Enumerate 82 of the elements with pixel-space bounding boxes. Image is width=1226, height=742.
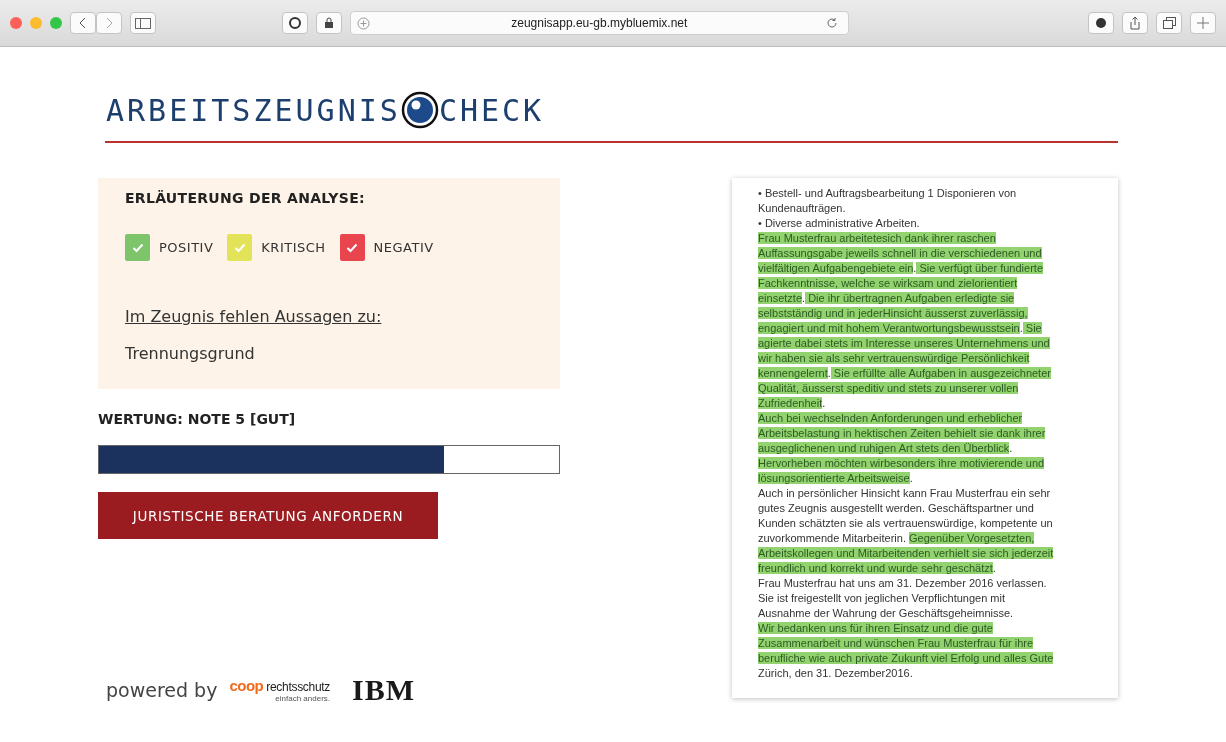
share-icon xyxy=(1129,16,1141,30)
legend-label: NEGATIV xyxy=(373,240,434,255)
highlighted-text: Wir bedanken uns für ihren Einsatz und die gute xyxy=(758,622,993,634)
legal-advice-button[interactable]: JURISTISCHE BERATUNG ANFORDERN xyxy=(98,492,438,539)
highlighted-text: Gegenüber Vorgesetzten, xyxy=(909,532,1035,544)
logo-text: CHECK xyxy=(438,92,545,128)
document-text: . xyxy=(822,397,826,409)
lock-icon xyxy=(324,17,334,29)
sidebar-button[interactable] xyxy=(130,12,156,34)
highlighted-text: Sie xyxy=(1022,322,1042,334)
highlighted-text: lösungsorientierte Arbeitsweise xyxy=(758,472,910,484)
forward-button[interactable] xyxy=(96,12,122,34)
document-text: . xyxy=(913,262,917,274)
extension-button[interactable] xyxy=(1088,12,1114,34)
minimize-button[interactable] xyxy=(30,17,42,29)
eye-icon xyxy=(400,91,439,129)
document-text: . xyxy=(1019,322,1023,334)
logo-text: ARBEITSZEUGNIS xyxy=(106,92,401,128)
highlighted-text: Qualität, äusserst speditiv und stets zu unserer vollen xyxy=(758,382,1019,394)
highlighted-text: Hervorheben möchten wirbesonders ihre motivierende und xyxy=(758,457,1045,469)
document-text: Kunden schätzten sie als vertrauenswürdige, kompetente un xyxy=(758,517,1053,529)
ring-icon xyxy=(289,17,301,29)
document-text: Kundenaufträgen. xyxy=(758,202,846,214)
powered-by-text: powered by xyxy=(106,679,218,701)
highlighted-text: Frau Musterfrau arbeitetesich dank ihrer raschen xyxy=(758,232,996,244)
highlighted-text: Auch bei wechselnden Anforderungen und erheblicher xyxy=(758,412,1023,424)
document-text: . xyxy=(992,562,996,574)
document-text: . xyxy=(827,367,831,379)
sidebar-icon xyxy=(135,17,151,29)
legend-label: POSITIV xyxy=(159,240,214,255)
document-text: Auch in persönlicher Hinsicht kann Frau Musterfrau ein sehr xyxy=(758,487,1051,499)
highlighted-text: kennengelernt xyxy=(758,367,828,379)
highlighted-text: berufliche wie auch private Zukunft viel Erfolg und alles Gute xyxy=(758,652,1054,664)
document-text: Frau Musterfrau hat uns am 31. Dezember 2016 verlassen. xyxy=(758,577,1047,589)
check-icon xyxy=(233,242,246,253)
missing-item: Trennungsgrund xyxy=(125,344,256,363)
shield-button[interactable] xyxy=(282,12,308,34)
rating-label: WERTUNG: NOTE 5 [GUT] xyxy=(98,411,297,427)
chevron-right-icon xyxy=(105,17,113,29)
highlighted-text: selbstständig und in jederHinsicht äusserst zuverlässig, xyxy=(758,307,1028,319)
back-button[interactable] xyxy=(70,12,96,34)
partner-tagline: einfach anders. xyxy=(275,694,330,703)
chevron-left-icon xyxy=(79,17,87,29)
legend-title: ERLÄUTERUNG DER ANALYSE: xyxy=(125,190,366,206)
highlighted-text: agierte dabei stets im Interesse unseres Unternehmens und xyxy=(758,337,1050,349)
add-icon xyxy=(357,16,370,30)
close-button[interactable] xyxy=(10,17,22,29)
highlighted-text: freundlich und korrekt und wurde sehr geschätzt xyxy=(758,562,993,574)
new-tab-button[interactable] xyxy=(1190,12,1216,34)
partner-name: rechtsschutz xyxy=(266,680,330,694)
document-text: Zürich, den 31. Dezember2016. xyxy=(758,667,913,679)
document-text: gutes Zeugnis ausgestellt werden. Geschäftspartner und xyxy=(758,502,1034,514)
highlighted-text: Auffassungsgabe jeweils schnell in die verschiedenen und xyxy=(758,247,1042,259)
document-text: • Diverse administrative Arbeiten. xyxy=(758,217,920,229)
zoom-button[interactable] xyxy=(50,17,62,29)
check-icon xyxy=(346,242,359,253)
document-text: . xyxy=(802,292,806,304)
highlighted-text: Die ihr übertragnen Aufgaben erledigte sie xyxy=(805,292,1015,304)
lock-button[interactable] xyxy=(316,12,342,34)
missing-heading: Im Zeugnis fehlen Aussagen zu: xyxy=(125,307,383,326)
plus-icon xyxy=(1197,17,1209,29)
highlighted-text: einsetzte xyxy=(758,292,803,304)
dot-icon xyxy=(1095,17,1107,29)
highlighted-text: Zusammenarbeit und wünschen Frau Musterfrau für ihre xyxy=(758,637,1034,649)
reload-icon[interactable] xyxy=(825,17,838,29)
document-text: . xyxy=(1009,442,1013,454)
highlighted-text: engagiert und mit hohem Verantwortungsbewusstsein xyxy=(758,322,1020,334)
highlighted-text: Sie verfügt über fundierte xyxy=(916,262,1043,274)
document-text: Ausnahme der Wahrung der Geschäftsgeheimnisse. xyxy=(758,607,1014,619)
partner-logo: coop xyxy=(229,677,264,694)
legend-label: KRITISCH xyxy=(261,240,326,255)
document-text: Sie ist freigestellt von jeglichen Verpflichtungen mit xyxy=(758,592,1006,604)
share-button[interactable] xyxy=(1122,12,1148,34)
check-icon xyxy=(131,242,144,253)
tabs-icon xyxy=(1162,17,1176,29)
highlighted-text: Sie erfüllte alle Aufgaben in ausgezeichneter xyxy=(830,367,1051,379)
document-text: zuvorkommende Mitarbeiterin. xyxy=(758,532,907,544)
document-text: • Bestell- und Auftragsbearbeitung 1 Disponieren von xyxy=(758,187,1017,199)
address-bar[interactable]: zeugnisapp.eu-gb.mybluemix.net xyxy=(350,11,849,35)
tech-partner-logo: IBM xyxy=(352,673,415,707)
document-text: . xyxy=(909,472,913,484)
tabs-button[interactable] xyxy=(1156,12,1182,34)
